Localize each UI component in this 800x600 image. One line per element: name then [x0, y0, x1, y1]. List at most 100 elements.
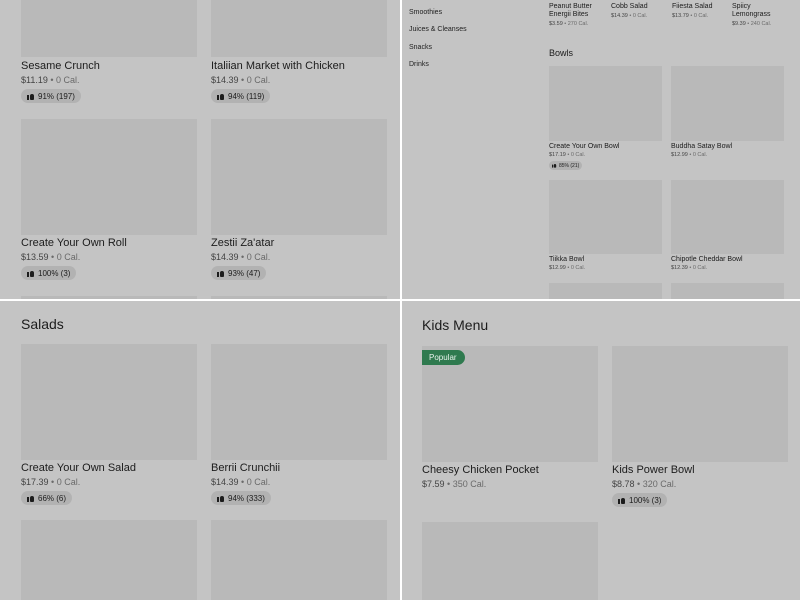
thumbs-up-icon	[27, 270, 34, 277]
rating-text: 94% (333)	[228, 493, 265, 503]
calories: 0 Cal.	[56, 477, 81, 487]
item-title[interactable]: Cobb Salad	[611, 3, 648, 10]
calories: 0 Cal.	[570, 265, 586, 271]
price-value: $14.39	[211, 75, 239, 85]
item-image[interactable]	[671, 66, 784, 141]
item-price: $9.39 • 240 Cal.	[732, 21, 771, 27]
item-title[interactable]: Spiicy Lemongrass	[732, 3, 788, 19]
rating-text: 66% (6)	[38, 493, 67, 503]
price-value: $14.39	[211, 252, 239, 262]
thumbs-up-icon	[27, 93, 34, 100]
calories: 0 Cal.	[632, 13, 648, 19]
calories: 240 Cal.	[750, 21, 772, 27]
separator: •	[47, 75, 57, 85]
item-image[interactable]	[549, 283, 662, 299]
price-value: $8.78	[612, 479, 635, 489]
item-image[interactable]	[21, 119, 197, 235]
item-title[interactable]: Peanut Butter Energii Bites	[549, 3, 605, 19]
item-title[interactable]: Buddha Satay Bowl	[671, 143, 732, 150]
item-title[interactable]: Berrii Crunchii	[211, 462, 280, 474]
popular-badge: Popular	[422, 350, 465, 365]
separator: •	[48, 252, 57, 262]
rating-badge: 94% (119)	[211, 89, 271, 103]
item-image[interactable]	[549, 66, 662, 141]
item-title[interactable]: Cheesy Chicken Pocket	[422, 464, 539, 476]
calories: 320 Cal.	[642, 479, 677, 489]
item-image[interactable]	[211, 296, 387, 299]
calories: 0 Cal.	[246, 75, 271, 85]
rating-badge: 91% (197)	[21, 89, 81, 103]
item-image[interactable]	[21, 344, 197, 460]
item-title[interactable]: Sesame Crunch	[21, 60, 100, 72]
section-title: Bowls	[549, 48, 574, 58]
rating-text: 94% (119)	[228, 91, 265, 101]
price-value: $7.59	[422, 479, 445, 489]
item-price: $17.19 • 0 Cal.	[549, 152, 585, 158]
separator: •	[238, 75, 247, 85]
rating-text: 93% (47)	[228, 268, 261, 278]
sidebar-item-drinks[interactable]: Drinks	[409, 61, 429, 68]
section-title: Salads	[21, 316, 64, 332]
item-image[interactable]	[21, 0, 197, 57]
item-title[interactable]: Italiian Market with Chicken	[211, 60, 345, 72]
item-price: $13.59 • 0 Cal.	[21, 252, 80, 262]
item-price: $11.19 • 0 Cal.	[21, 75, 80, 85]
calories: 0 Cal.	[692, 265, 708, 271]
separator: •	[48, 477, 57, 487]
item-image[interactable]	[422, 522, 598, 600]
thumbs-up-icon	[552, 163, 557, 168]
item-image[interactable]	[211, 0, 387, 57]
separator: •	[444, 479, 453, 489]
item-price: $14.39 • 0 Cal.	[211, 252, 270, 262]
item-price: $14.39 • 0 Cal.	[211, 75, 270, 85]
item-image[interactable]	[549, 180, 662, 254]
item-image[interactable]	[612, 346, 788, 462]
item-price: $17.39 • 0 Cal.	[21, 477, 80, 487]
item-image[interactable]	[211, 344, 387, 460]
price-value: $14.39	[611, 13, 628, 19]
item-title[interactable]: Create Your Own Salad	[21, 462, 136, 474]
calories: 0 Cal.	[246, 252, 271, 262]
calories: 0 Cal.	[246, 477, 271, 487]
menu-section-salads: Salads Create Your Own Salad $17.39 • 0 …	[0, 301, 400, 600]
item-price: $3.59 • 270 Cal.	[549, 21, 588, 27]
item-title[interactable]: Chipotle Cheddar Bowl	[671, 256, 743, 263]
rating-badge: 66% (6)	[21, 491, 73, 505]
price-value: $12.99	[671, 152, 688, 158]
thumbs-up-icon	[618, 497, 625, 504]
item-title[interactable]: Create Your Own Bowl	[549, 143, 619, 150]
rating-text: 100% (3)	[629, 495, 662, 505]
item-price: $8.78 • 320 Cal.	[612, 479, 676, 489]
menu-section-kids: Kids Menu Popular Cheesy Chicken Pocket …	[402, 301, 800, 600]
item-image[interactable]	[671, 180, 784, 254]
item-title[interactable]: Fiiesta Salad	[672, 3, 712, 10]
separator: •	[238, 477, 247, 487]
calories: 0 Cal.	[56, 75, 80, 85]
item-image[interactable]	[671, 283, 784, 299]
calories: 0 Cal.	[570, 152, 586, 158]
separator: •	[238, 252, 247, 262]
item-title[interactable]: Zestii Za'atar	[211, 237, 274, 249]
sidebar-item-snacks[interactable]: Snacks	[409, 44, 432, 51]
price-value: $12.39	[671, 265, 688, 271]
item-price: $14.39 • 0 Cal.	[611, 13, 647, 19]
rating-text: 100% (3)	[38, 268, 71, 278]
item-image[interactable]	[21, 520, 197, 600]
menu-page-bowls: Smoothies Juices & Cleanses Snacks Drink…	[402, 0, 800, 299]
price-value: $17.39	[21, 477, 49, 487]
sidebar-item-smoothies[interactable]: Smoothies	[409, 9, 442, 16]
item-image[interactable]	[211, 520, 387, 600]
item-price: $12.99 • 0 Cal.	[671, 152, 707, 158]
item-price: $13.79 • 0 Cal.	[672, 13, 708, 19]
item-title[interactable]: Create Your Own Roll	[21, 237, 127, 249]
item-title[interactable]: Tiikka Bowl	[549, 256, 584, 263]
rating-text: 91% (197)	[38, 91, 75, 101]
calories: 270 Cal.	[567, 21, 589, 27]
rating-badge: 93% (47)	[211, 266, 267, 280]
item-image[interactable]	[21, 296, 197, 299]
item-title[interactable]: Kids Power Bowl	[612, 464, 695, 476]
sidebar-item-juices[interactable]: Juices & Cleanses	[409, 26, 467, 33]
menu-grid-rolls: Sesame Crunch $11.19 • 0 Cal. 91% (197) …	[0, 0, 400, 299]
section-title: Kids Menu	[422, 317, 489, 333]
item-image[interactable]	[211, 119, 387, 235]
